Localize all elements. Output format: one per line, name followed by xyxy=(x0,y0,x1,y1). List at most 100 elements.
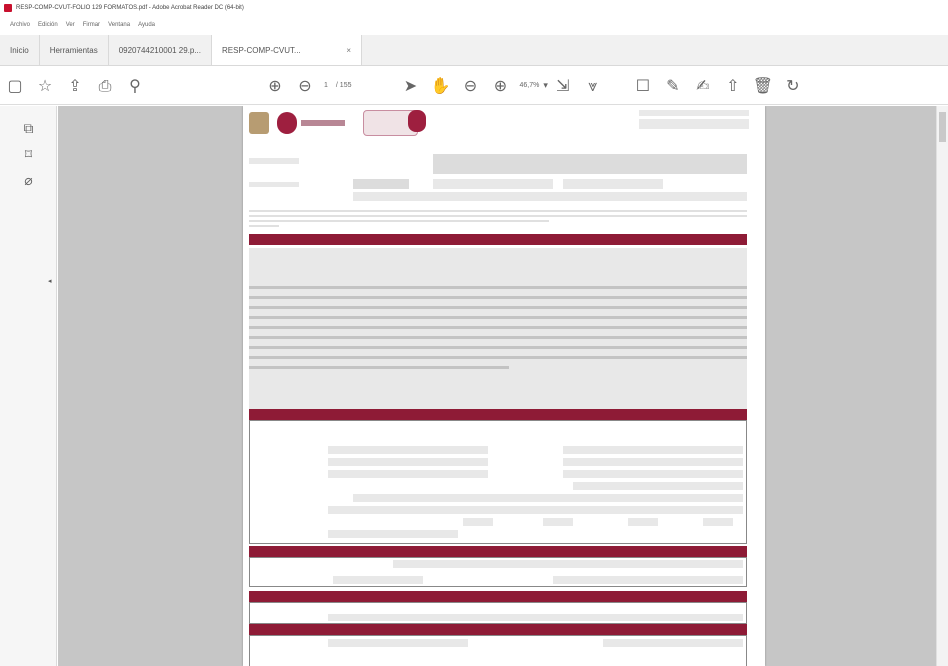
document-viewer[interactable] xyxy=(58,106,936,666)
tab-document-2[interactable]: RESP-COMP-CVUT... × xyxy=(212,35,363,65)
tab-herramientas[interactable]: Herramientas xyxy=(40,35,109,65)
form-input xyxy=(328,446,488,454)
text-line xyxy=(249,215,747,217)
bookmark-icon[interactable]: ⌑ xyxy=(0,142,57,168)
form-input xyxy=(563,458,743,466)
menu-firmar[interactable]: Firmar xyxy=(83,22,100,28)
section-banner xyxy=(249,591,747,602)
doc-field-top xyxy=(639,110,749,116)
notice-area xyxy=(249,248,747,410)
tab-bar: Inicio Herramientas 0920744210001 29.p..… xyxy=(0,35,948,66)
print-icon[interactable]: ⎙ xyxy=(90,67,120,105)
form-input xyxy=(328,470,488,478)
city-logo-icon xyxy=(277,112,297,134)
main-toolbar: ▢ ☆ ⇪ ⎙ ⚲ ⊕ ⊖ 1 / 155 ➤ ✋ ⊖ ⊕ 46,7% ▾ ⇲ … xyxy=(0,67,948,105)
label-placeholder-2 xyxy=(249,182,299,187)
shield-logo-icon xyxy=(249,112,269,134)
rotate-icon[interactable]: ↻ xyxy=(778,67,808,105)
left-sidebar: ⧉ ⌑ ⌀ xyxy=(0,106,57,666)
form-input xyxy=(328,530,458,538)
title-bar: RESP-COMP-CVUT-FOLIO 129 FORMATOS.pdf - … xyxy=(0,0,948,16)
arrow-up-icon[interactable]: ⊕ xyxy=(260,67,290,105)
collapse-arrow-icon[interactable]: ◂ xyxy=(48,277,52,285)
form-input xyxy=(328,458,488,466)
zoom-level[interactable]: 46,7% xyxy=(519,82,539,89)
share-icon[interactable]: ⇧ xyxy=(718,67,748,105)
acrobat-app-icon xyxy=(4,4,12,12)
layers-icon[interactable]: ⧉ xyxy=(0,116,57,142)
comment-icon[interactable]: ☐ xyxy=(628,67,658,105)
form-input xyxy=(573,482,743,490)
close-icon[interactable]: × xyxy=(346,46,351,55)
form-input xyxy=(543,518,573,526)
form-input xyxy=(328,614,743,621)
tab-inicio-label: Inicio xyxy=(10,45,29,55)
notice-line xyxy=(249,296,747,299)
page-total: / 155 xyxy=(335,82,352,89)
form-input xyxy=(553,576,743,584)
text-line xyxy=(249,225,279,227)
hand-icon[interactable]: ✋ xyxy=(425,67,455,105)
form-input xyxy=(353,494,743,502)
notice-line xyxy=(249,316,747,319)
menu-ver[interactable]: Ver xyxy=(66,22,75,28)
form-field-c xyxy=(563,179,663,189)
section-banner xyxy=(249,409,747,420)
window-title: RESP-COMP-CVUT-FOLIO 129 FORMATOS.pdf - … xyxy=(16,5,244,11)
notice-line xyxy=(249,346,747,349)
menu-edicion[interactable]: Edición xyxy=(38,22,58,28)
form-field-d xyxy=(353,192,747,201)
search-icon[interactable]: ⚲ xyxy=(120,67,150,105)
notice-line xyxy=(249,336,747,339)
menu-archivo[interactable]: Archivo xyxy=(10,22,30,28)
heart-logo-icon xyxy=(408,110,426,132)
section-banner xyxy=(249,234,747,245)
notice-line xyxy=(249,286,747,289)
trash-icon[interactable]: 🗑 xyxy=(748,67,778,105)
form-input xyxy=(563,446,743,454)
tab-document-1-label: 0920744210001 29.p... xyxy=(118,45,202,55)
city-logo-text xyxy=(301,120,345,126)
upload-icon[interactable]: ⇪ xyxy=(60,67,90,105)
arrow-down-icon[interactable]: ⊖ xyxy=(290,67,320,105)
notice-line xyxy=(249,306,747,309)
text-line xyxy=(249,210,747,212)
zoom-out-icon[interactable]: ⊖ xyxy=(455,67,485,105)
vertical-scrollbar[interactable] xyxy=(936,106,948,666)
text-line xyxy=(249,220,549,222)
label-placeholder-1 xyxy=(249,158,299,164)
tab-document-1[interactable]: 0920744210001 29.p... xyxy=(109,35,213,65)
notice-line xyxy=(249,326,747,329)
section-banner xyxy=(249,546,747,557)
section-banner xyxy=(249,624,747,635)
tab-herramientas-label: Herramientas xyxy=(49,45,98,55)
page-number-input[interactable]: 1 xyxy=(324,82,328,89)
menu-ayuda[interactable]: Ayuda xyxy=(138,22,155,28)
menu-bar: Archivo Edición Ver Firmar Ventana Ayuda xyxy=(0,16,948,34)
form-input xyxy=(393,560,743,568)
page-icon[interactable]: ▢ xyxy=(0,67,30,105)
notice-line xyxy=(249,366,509,369)
form-input xyxy=(463,518,493,526)
attachment-icon[interactable]: ⌀ xyxy=(0,168,57,194)
form-input xyxy=(328,506,743,514)
pointer-icon[interactable]: ➤ xyxy=(395,67,425,105)
star-icon[interactable]: ☆ xyxy=(30,67,60,105)
form-field-header xyxy=(433,154,747,174)
form-input xyxy=(603,639,743,647)
form-input xyxy=(703,518,733,526)
form-input xyxy=(628,518,658,526)
form-field-b xyxy=(433,179,553,189)
scrollbar-thumb[interactable] xyxy=(939,112,946,142)
pen-icon[interactable]: ✎ xyxy=(658,67,688,105)
zoom-in-icon[interactable]: ⊕ xyxy=(485,67,515,105)
tab-inicio[interactable]: Inicio xyxy=(0,35,40,65)
sign-icon[interactable]: ✍ xyxy=(688,67,718,105)
scroll-mode-icon[interactable]: ⩔ xyxy=(578,67,608,105)
menu-ventana[interactable]: Ventana xyxy=(108,22,130,28)
notice-line xyxy=(249,356,747,359)
form-input xyxy=(333,576,423,584)
tab-document-2-label: RESP-COMP-CVUT... xyxy=(222,45,301,55)
pdf-page xyxy=(243,106,765,666)
fit-page-icon[interactable]: ⇲ xyxy=(548,67,578,105)
